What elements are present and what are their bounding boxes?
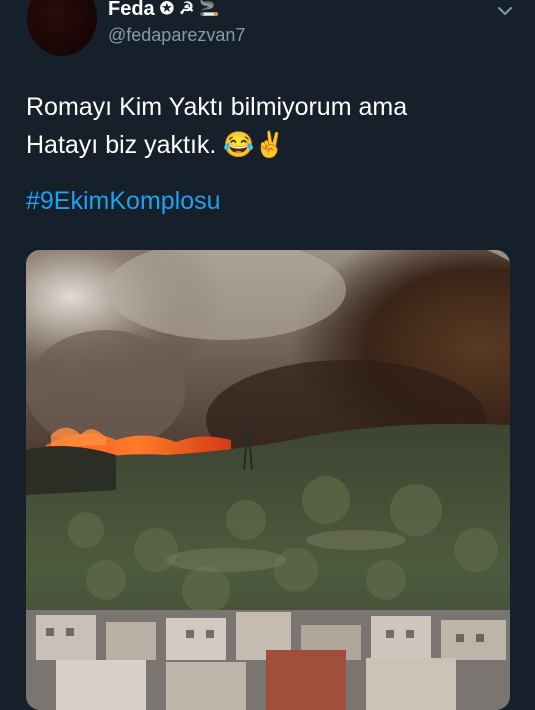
- star-badge-icon: ✪: [159, 0, 174, 18]
- tweet-media-image[interactable]: [26, 250, 510, 710]
- cigarette-emoji-icon: 🚬: [199, 0, 220, 17]
- author-handle[interactable]: @fedaparezvan7: [108, 24, 245, 46]
- avatar[interactable]: [27, 0, 97, 56]
- tweet-text-line-2: Hatayı biz yaktık. 😂✌: [26, 131, 286, 159]
- author-name[interactable]: Feda: [108, 0, 155, 22]
- chevron-down-icon[interactable]: [497, 3, 513, 19]
- tweet-text-line-1: Romayı Kim Yaktı bilmiyorum ama: [26, 93, 408, 121]
- author-name-row[interactable]: Feda ✪ ☭ 🚬: [108, 0, 219, 22]
- tweet-text: Romayı Kim Yaktı bilmiyorum ama Hatayı b…: [26, 88, 506, 164]
- hashtag-link[interactable]: #9EkimKomplosu: [26, 184, 221, 218]
- wildfire-photo: [26, 250, 510, 710]
- hammer-sickle-icon: ☭: [178, 0, 195, 18]
